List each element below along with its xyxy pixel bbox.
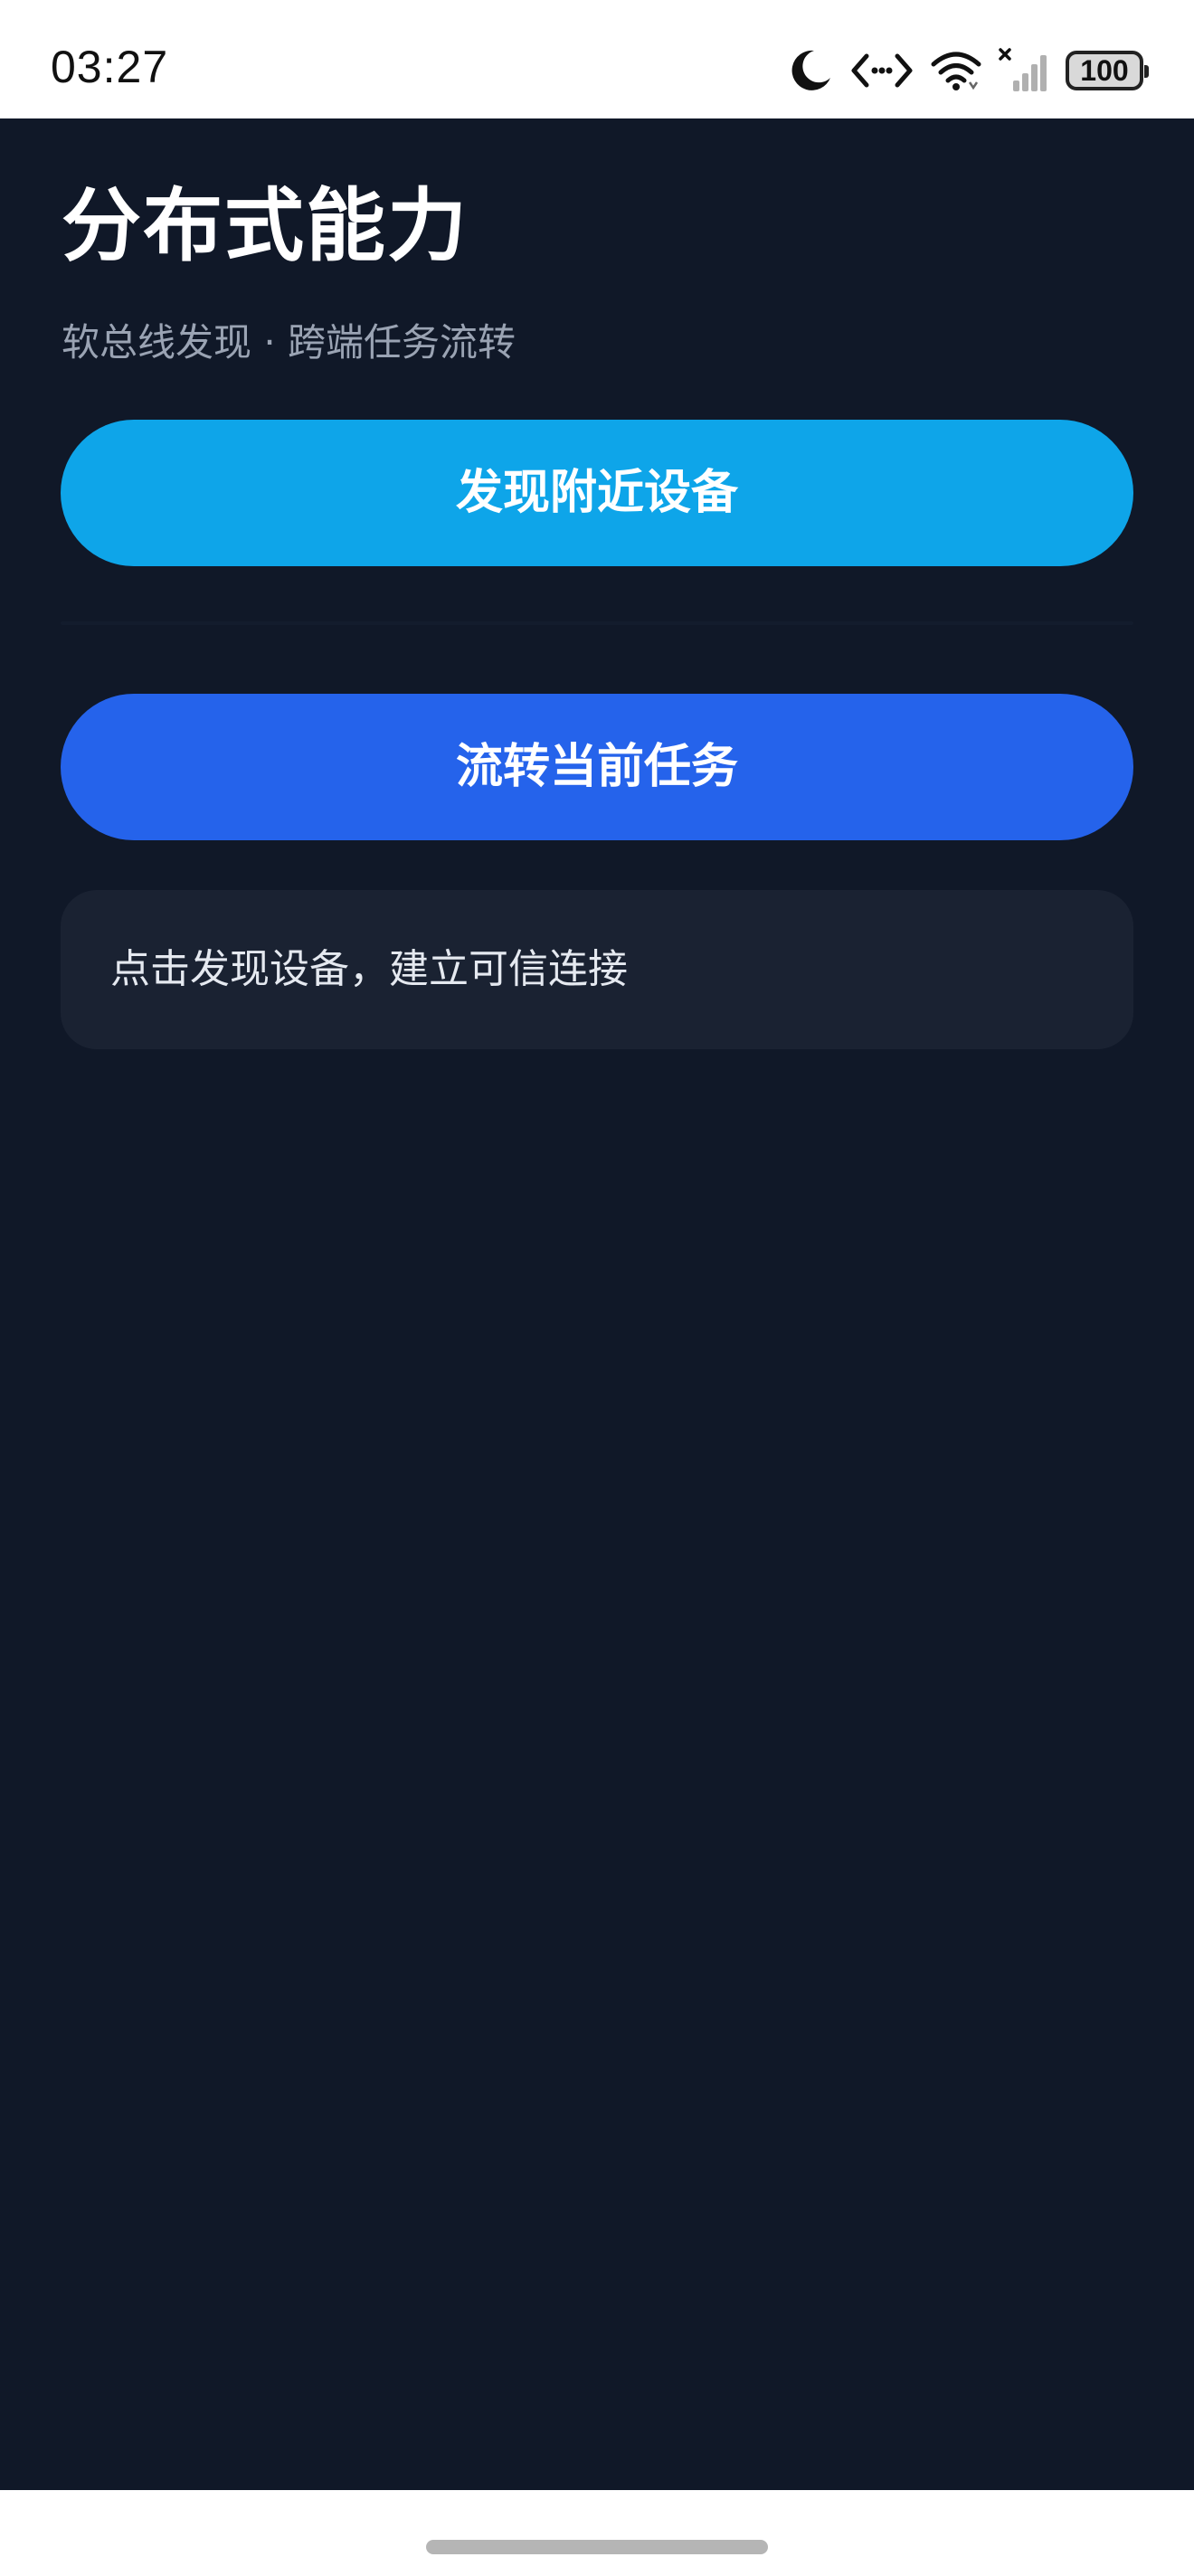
home-indicator[interactable] (426, 2540, 768, 2554)
status-message: 点击发现设备，建立可信连接 (110, 946, 628, 992)
page-subtitle: 软总线发现 · 跨端任务流转 (62, 320, 516, 365)
page-title: 分布式能力 (62, 179, 469, 272)
transfer-task-button[interactable]: 流转当前任务 (61, 694, 1133, 840)
battery-icon: 100 (1066, 51, 1149, 90)
status-icons: 100 (787, 42, 1149, 99)
divider (61, 621, 1133, 625)
navigation-bar (0, 2490, 1194, 2576)
discover-devices-button[interactable]: 发现附近设备 (61, 420, 1133, 566)
main-content: 分布式能力 软总线发现 · 跨端任务流转 发现附近设备 流转当前任务 点击发现设… (0, 118, 1194, 2490)
status-time: 03:27 (51, 42, 169, 92)
status-card: 点击发现设备，建立可信连接 (61, 890, 1133, 1049)
code-arrows-icon (850, 51, 914, 90)
signal-off-icon (999, 48, 1049, 93)
battery-level: 100 (1080, 54, 1129, 87)
status-bar: 03:27 100 (0, 0, 1194, 118)
moon-icon (787, 47, 834, 94)
wifi-icon (930, 50, 982, 91)
